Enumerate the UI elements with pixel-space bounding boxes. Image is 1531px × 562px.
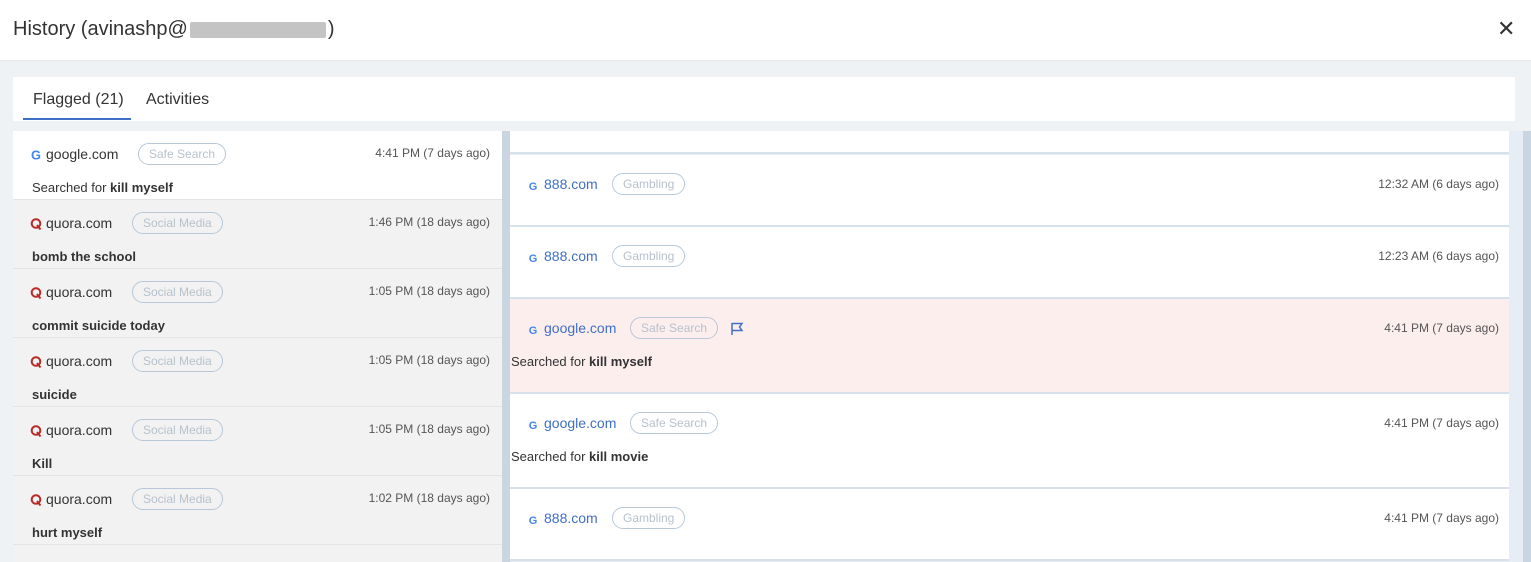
flagged-list-item[interactable]: quora.com Social Media 1:05 PM (18 days ag… xyxy=(13,269,502,338)
svg-text:G: G xyxy=(31,148,41,162)
site-name: quora.com xyxy=(46,284,113,300)
timestamp: 1:05 PM (18 days ago) xyxy=(368,422,490,436)
tab-flagged[interactable]: Flagged (21) xyxy=(33,91,124,109)
site-name: quora.com xyxy=(46,353,113,369)
activity-card[interactable]: G 888.com Gambling 12:23 AM (6 days ago) xyxy=(510,227,1509,299)
site-name: quora.com xyxy=(46,215,113,231)
timestamp: 4:41 PM (7 days ago) xyxy=(1384,416,1499,430)
query-prefix: Searched for xyxy=(32,180,111,195)
activity-card-partial xyxy=(510,131,1509,154)
flag-icon[interactable] xyxy=(730,322,744,336)
site-link[interactable]: google.com xyxy=(544,415,616,431)
dialog-title-prefix: History (avinashp@ xyxy=(13,18,188,40)
flagged-list-item[interactable]: quora.com Social Media 1:05 PM (18 days ag… xyxy=(13,407,502,476)
activity-scrollbar[interactable] xyxy=(1523,131,1531,562)
query-text: Searched for kill movie xyxy=(511,449,648,464)
query-prefix: Searched for xyxy=(511,354,590,369)
svg-text:G: G xyxy=(529,325,538,336)
flagged-list-item[interactable]: quora.com Social Media 1:02 PM (18 days ag… xyxy=(13,476,502,545)
query-text: hurt myself xyxy=(32,525,102,540)
query-term: hurt myself xyxy=(32,525,103,540)
query-term: suicide xyxy=(32,387,77,402)
activity-card[interactable]: G 888.com Gambling 4:41 PM (7 days ago) xyxy=(510,489,1509,561)
quora-icon xyxy=(30,355,42,369)
timestamp: 1:46 PM (18 days ago) xyxy=(368,215,490,229)
category-badge: Gambling xyxy=(612,173,686,195)
category-badge: Social Media xyxy=(132,281,223,303)
category-badge: Gambling xyxy=(612,507,686,529)
site-link[interactable]: 888.com xyxy=(544,510,598,526)
google-icon: G xyxy=(528,179,538,193)
timestamp: 12:32 AM (6 days ago) xyxy=(1378,177,1499,191)
google-icon: G xyxy=(30,148,42,163)
category-badge: Safe Search xyxy=(138,143,227,165)
google-icon: G xyxy=(528,418,538,432)
activity-list[interactable]: G 888.com Gambling 12:32 AM (6 days ago) G 88… xyxy=(510,131,1523,562)
query-text: Searched for kill myself xyxy=(511,354,652,369)
query-term: bomb the school xyxy=(32,249,136,264)
category-badge: Social Media xyxy=(132,419,223,441)
activity-card[interactable]: G 888.com Gambling 12:32 AM (6 days ago) xyxy=(510,155,1509,227)
site-name: quora.com xyxy=(46,422,113,438)
svg-text:G: G xyxy=(529,420,538,431)
google-icon: G xyxy=(528,513,538,527)
query-term: Kill xyxy=(32,456,53,471)
category-badge: Social Media xyxy=(132,488,223,510)
svg-text:G: G xyxy=(529,515,538,526)
category-badge: Safe Search xyxy=(630,317,719,339)
activity-card[interactable]: Ggoogle.com Safe Search 4:41 PM (7 days ag… xyxy=(510,394,1509,489)
category-badge: Social Media xyxy=(132,212,223,234)
active-tab-indicator xyxy=(23,118,131,120)
dialog-header: History (avinashp@ ) ✕ xyxy=(0,0,1531,61)
flagged-list-item[interactable]: Ggoogle.com Safe Search 4:41 PM (7 days ag… xyxy=(13,131,502,200)
pane-divider[interactable] xyxy=(502,131,510,562)
query-text: bomb the school xyxy=(32,249,136,264)
svg-text:G: G xyxy=(529,253,538,264)
quora-icon xyxy=(30,424,42,438)
close-icon[interactable]: ✕ xyxy=(1497,16,1515,42)
redacted-email-block xyxy=(189,21,326,38)
query-term: kill movie xyxy=(589,449,649,464)
query-text: Searched for kill myself xyxy=(32,180,173,195)
quora-icon xyxy=(30,493,42,507)
site-link[interactable]: 888.com xyxy=(544,248,598,264)
timestamp: 1:02 PM (18 days ago) xyxy=(368,491,490,505)
site-name: google.com xyxy=(46,146,119,162)
query-text: commit suicide today xyxy=(32,318,165,333)
google-icon: G xyxy=(528,323,538,337)
quora-icon xyxy=(30,286,42,300)
category-badge: Gambling xyxy=(612,245,686,267)
category-badge: Social Media xyxy=(132,350,223,372)
dialog-title: History (avinashp@ ) xyxy=(13,18,334,41)
quora-icon xyxy=(30,217,42,231)
tab-bar: Flagged (21) Activities xyxy=(13,77,1515,121)
flagged-list[interactable]: Ggoogle.com Safe Search 4:41 PM (7 days ag… xyxy=(13,131,502,562)
flagged-list-item[interactable]: quora.com Social Media 1:05 PM (18 days ag… xyxy=(13,338,502,407)
query-text: Kill xyxy=(32,456,52,471)
query-term: kill myself xyxy=(589,354,652,369)
timestamp: 4:41 PM (7 days ago) xyxy=(375,146,490,160)
site-link[interactable]: google.com xyxy=(544,320,616,336)
dialog-title-suffix: ) xyxy=(327,18,335,40)
timestamp: 1:05 PM (18 days ago) xyxy=(368,353,490,367)
timestamp: 1:05 PM (18 days ago) xyxy=(368,284,490,298)
svg-text:G: G xyxy=(529,181,538,192)
tab-activities[interactable]: Activities xyxy=(146,91,209,109)
activity-card[interactable]: Ggoogle.com Safe Search 4:41 PM (7 days ag… xyxy=(510,299,1509,394)
query-text: suicide xyxy=(32,387,77,402)
category-badge: Safe Search xyxy=(630,412,719,434)
timestamp: 12:23 AM (6 days ago) xyxy=(1378,249,1499,263)
timestamp: 4:41 PM (7 days ago) xyxy=(1384,511,1499,525)
timestamp: 4:41 PM (7 days ago) xyxy=(1384,321,1499,335)
query-term: kill myself xyxy=(110,180,173,195)
site-link[interactable]: 888.com xyxy=(544,176,598,192)
query-prefix: Searched for xyxy=(511,449,590,464)
google-icon: G xyxy=(528,251,538,265)
flagged-list-item[interactable]: quora.com Social Media 1:46 PM (18 days ag… xyxy=(13,200,502,269)
site-name: quora.com xyxy=(46,491,113,507)
query-term: commit suicide today xyxy=(32,318,165,333)
